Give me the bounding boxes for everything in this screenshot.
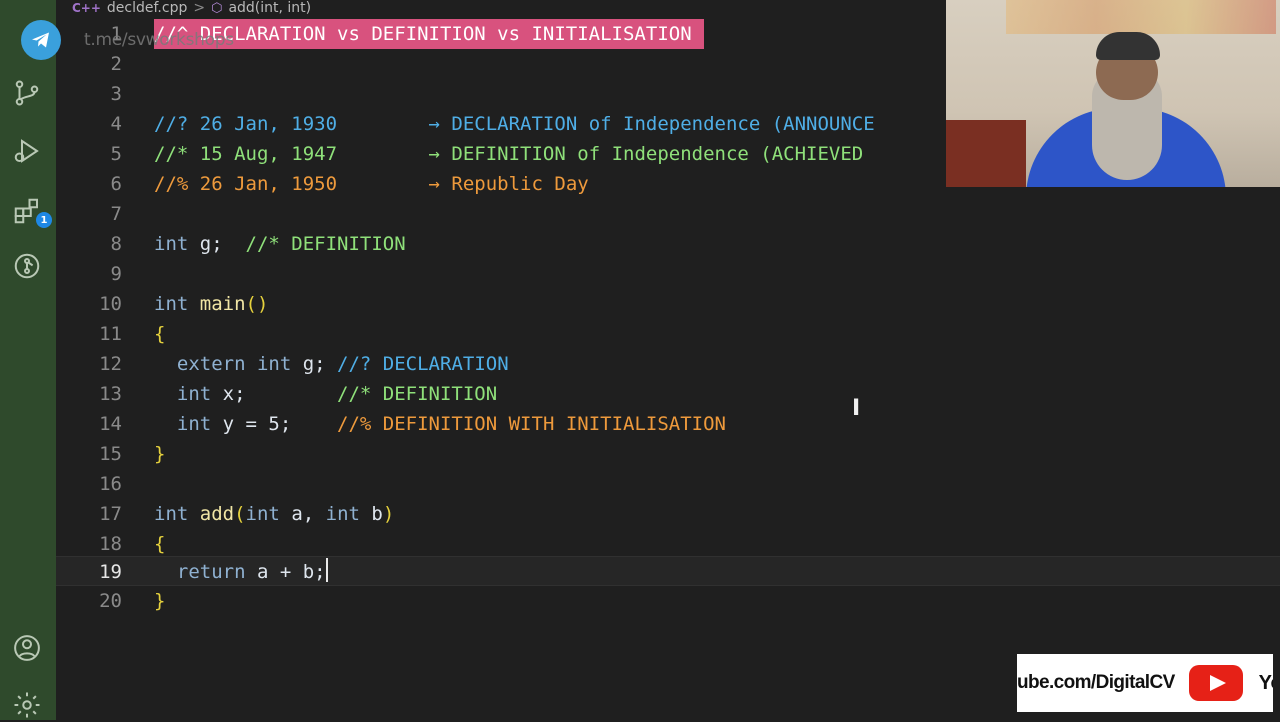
keyword: extern int	[154, 353, 292, 375]
keyword: int	[154, 413, 212, 435]
code-line-15[interactable]: }	[154, 439, 165, 469]
breadcrumb-file[interactable]: decldef.cpp	[107, 0, 187, 16]
presenter-cap	[1096, 32, 1160, 60]
breadcrumb-symbol[interactable]: add(int, int)	[228, 0, 311, 16]
breadcrumb: C++ decldef.cpp > ⬡ add(int, int)	[72, 0, 311, 16]
youtube-banner: ube.com/DigitalCV YouT	[1017, 654, 1273, 712]
keyword: int	[325, 503, 360, 525]
comment: //? DECLARATION	[325, 353, 509, 375]
keyword: int	[245, 503, 280, 525]
line-number: 17	[99, 503, 122, 525]
paren: (	[234, 503, 246, 525]
function-name: main	[188, 293, 246, 315]
extensions-badge: 1	[36, 212, 52, 228]
line-number: 2	[110, 53, 122, 75]
line-number: 18	[99, 533, 122, 555]
identifier: y = 5;	[211, 413, 292, 435]
code-line-18[interactable]: {	[154, 529, 165, 559]
line-number: 5	[110, 143, 122, 165]
identifier: x;	[211, 383, 246, 405]
code-line-10[interactable]: int main()	[154, 289, 268, 319]
cpp-file-icon: C++	[72, 1, 101, 15]
code-line-17[interactable]: int add(int a, int b)	[154, 499, 394, 529]
keyword: int	[154, 293, 189, 315]
line-number: 4	[110, 113, 122, 135]
function-name: add	[188, 503, 235, 525]
youtube-wordmark: YouT	[1258, 671, 1273, 694]
comment: //* DEFINITION	[245, 383, 498, 405]
code-line-14[interactable]: int y = 5; //% DEFINITION WITH INITIALIS…	[154, 409, 726, 439]
line-number: 11	[99, 323, 122, 345]
keyword: int	[154, 233, 189, 255]
comment: → DECLARATION of Independence (ANNOUNCE	[428, 113, 875, 135]
comment: //% DEFINITION WITH INITIALISATION	[291, 413, 726, 435]
youtube-url: ube.com/DigitalCV	[1017, 672, 1175, 693]
line-number: 9	[110, 263, 122, 285]
line-number: 10	[99, 293, 122, 315]
account-icon[interactable]	[10, 631, 44, 665]
line-number: 6	[110, 173, 122, 195]
code-line-5[interactable]: //* 15 Aug, 1947 → DEFINITION of Indepen…	[154, 139, 863, 169]
keyword: int	[154, 383, 212, 405]
code-line-13[interactable]: int x; //* DEFINITION	[154, 379, 497, 409]
telegram-watermark: t.me/svworkshops	[84, 30, 234, 50]
comment: //* 15 Aug, 1947	[154, 143, 429, 165]
comment: → DEFINITION of Independence (ACHIEVED	[428, 143, 864, 165]
comment: //* DEFINITION	[222, 233, 406, 255]
code-line-6[interactable]: //% 26 Jan, 1950 → Republic Day	[154, 169, 589, 199]
identifier: a,	[279, 503, 326, 525]
code-line-1[interactable]: //^ DECLARATION vs DEFINITION vs INITIAL…	[154, 19, 704, 49]
run-debug-icon[interactable]	[10, 134, 44, 168]
line-number: 12	[99, 353, 122, 375]
line-number: 7	[110, 203, 122, 225]
youtube-logo-icon	[1188, 665, 1243, 701]
settings-gear-icon[interactable]	[10, 688, 44, 722]
line-number: 14	[99, 413, 122, 435]
git-graph-icon[interactable]	[10, 249, 44, 283]
keyword: return	[154, 561, 246, 583]
paren: )	[382, 503, 395, 525]
code-line-4[interactable]: //? 26 Jan, 1930 → DECLARATION of Indepe…	[154, 109, 875, 139]
identifier: g;	[188, 233, 223, 255]
code-line-12[interactable]: extern int g; //? DECLARATION	[154, 349, 509, 379]
current-line-highlight: 19 return a + b;	[56, 556, 1280, 586]
symbol-method-icon: ⬡	[211, 0, 223, 16]
background-banner	[1006, 0, 1276, 34]
telegram-icon[interactable]	[21, 20, 61, 60]
code-line-19[interactable]: return a + b;	[154, 557, 328, 587]
line-number: 13	[99, 383, 122, 405]
comment: //? 26 Jan, 1930	[154, 113, 429, 135]
activity-bar: 1	[0, 0, 56, 720]
code-line-20[interactable]: }	[154, 586, 165, 616]
comment: → Republic Day	[428, 173, 589, 195]
extensions-icon[interactable]: 1	[10, 194, 52, 228]
line-number-active: 19	[99, 561, 122, 583]
breadcrumb-separator: >	[193, 0, 206, 16]
identifier: b	[359, 503, 383, 525]
line-number: 8	[110, 233, 122, 255]
text-cursor	[325, 558, 328, 582]
webcam-overlay	[946, 0, 1280, 187]
line-number: 15	[99, 443, 122, 465]
code-line-8[interactable]: int g; //* DEFINITION	[154, 229, 406, 259]
identifier: a + b;	[245, 561, 326, 583]
line-number: 20	[99, 590, 122, 612]
background-cabinet	[946, 120, 1026, 187]
paren: ()	[245, 293, 269, 315]
line-number: 3	[110, 83, 122, 105]
mouse-ibeam-cursor-icon: I	[852, 396, 861, 421]
line-number: 16	[99, 473, 122, 495]
source-control-icon[interactable]	[10, 76, 44, 110]
identifier: g;	[291, 353, 326, 375]
comment: //% 26 Jan, 1950	[154, 173, 429, 195]
code-line-11[interactable]: {	[154, 319, 165, 349]
keyword: int	[154, 503, 189, 525]
